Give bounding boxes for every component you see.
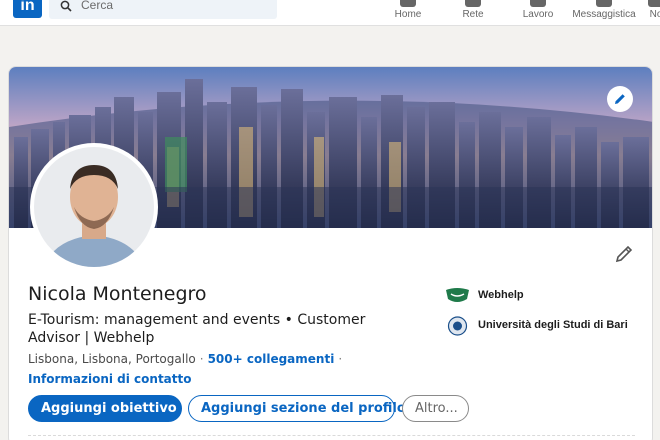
nav-notifications-label: No [649, 9, 660, 20]
profile-photo [34, 147, 154, 267]
nav-messaging[interactable]: Messaggistica [571, 0, 637, 26]
linkedin-logo[interactable]: in [13, 0, 42, 18]
nav-jobs[interactable]: Lavoro [521, 0, 555, 26]
notifications-icon [648, 0, 660, 7]
add-goal-button[interactable]: Aggiungi obiettivo [28, 395, 191, 422]
nav-network-label: Rete [462, 9, 484, 20]
edit-banner-button[interactable] [607, 86, 633, 112]
contact-info-link[interactable]: Informazioni di contatto [28, 372, 192, 386]
university-seal-icon [447, 316, 468, 336]
divider [28, 435, 635, 436]
search-icon [60, 0, 72, 12]
edit-profile-pencil-icon[interactable] [614, 244, 634, 264]
add-profile-section-button[interactable]: Aggiungi sezione del profilo [188, 395, 420, 422]
profile-card: Nicola Montenegro E-Tourism: management … [8, 66, 653, 440]
jobs-icon [530, 0, 546, 7]
add-goal-label: Aggiungi obiettivo [41, 401, 177, 416]
separator-dot: · [338, 352, 343, 366]
nav-messaging-label: Messaggistica [572, 9, 636, 20]
home-icon [400, 0, 416, 7]
nav-network[interactable]: Rete [459, 0, 487, 26]
more-button[interactable]: Altro... [402, 395, 469, 422]
search-input[interactable]: Cerca [49, 0, 277, 19]
profile-location: Lisbona, Lisbona, Portogallo [28, 352, 196, 366]
separator-dot: · [199, 352, 204, 366]
nav-jobs-label: Lavoro [522, 9, 554, 20]
network-icon [465, 0, 481, 7]
profile-headline: E-Tourism: management and events • Custo… [28, 312, 366, 346]
webhelp-logo-icon [446, 288, 469, 302]
pencil-icon [615, 94, 625, 104]
add-section-label: Aggiungi sezione del profilo [201, 401, 406, 416]
profile-name: Nicola Montenegro [28, 283, 207, 305]
location-row: Lisbona, Lisbona, Portogallo · 500+ colleg… [28, 352, 346, 366]
connections-link[interactable]: 500+ collegamenti [208, 352, 335, 366]
profile-avatar[interactable] [30, 143, 158, 271]
nav-home-label: Home [394, 9, 422, 20]
messaging-icon [596, 0, 612, 7]
top-navigation-bar: in Cerca Home Rete Lavoro Messaggistica … [0, 0, 660, 26]
nav-notifications[interactable]: No [646, 0, 660, 26]
search-placeholder: Cerca [81, 0, 114, 12]
org-webhelp-name: Webhelp [478, 289, 524, 301]
org-university-name: Università degli Studi di Bari [478, 319, 628, 331]
nav-home[interactable]: Home [391, 0, 425, 26]
